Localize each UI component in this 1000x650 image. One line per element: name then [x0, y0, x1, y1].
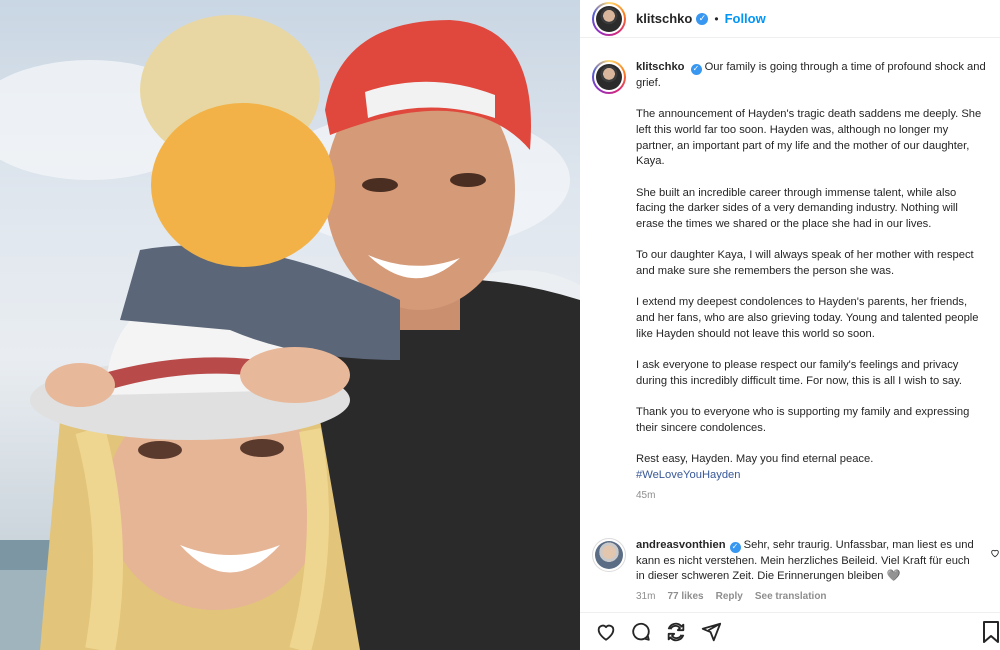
caption-paragraph: Thank you to everyone who is supporting …: [636, 406, 970, 435]
author-avatar-image: [596, 5, 622, 32]
caption-avatar-image: [596, 64, 622, 90]
verified-icon: ✓: [729, 541, 741, 553]
photo-illustration: [0, 15, 580, 650]
caption-closing-paragraph: Rest easy, Hayden. May you find eternal …: [636, 452, 986, 483]
comment-icon[interactable]: [629, 620, 653, 644]
caption-paragraph: I extend my deepest condolences to Hayde…: [636, 296, 979, 340]
caption-first-paragraph: klitschko ✓ Our family is going through a…: [636, 60, 986, 91]
verified-icon: ✓: [696, 12, 709, 25]
comment: andreasvonthien ✓ Sehr, sehr traurig. Unf…: [580, 538, 1000, 602]
caption-username[interactable]: klitschko: [636, 61, 685, 73]
action-bar: [580, 612, 1000, 650]
send-icon[interactable]: [699, 620, 723, 644]
verified-icon: ✓: [690, 63, 702, 75]
hashtag-link[interactable]: #WeLoveYouHayden: [636, 469, 741, 481]
comment-meta: 31m 77 likes Reply See translation: [636, 591, 976, 602]
share-icon[interactable]: [664, 620, 688, 644]
see-translation-button[interactable]: See translation: [755, 591, 827, 602]
post-side-panel: klitschko ✓ • Follow klitschko ✓ Our fami…: [580, 0, 1000, 650]
author-username[interactable]: klitschko: [636, 11, 692, 26]
caption-paragraph: I ask everyone to please respect our fam…: [636, 359, 963, 387]
comment-timestamp: 31m: [636, 591, 656, 603]
post-timestamp: 45m: [636, 489, 656, 501]
comment-likes[interactable]: 77 likes: [667, 591, 703, 602]
post-header: klitschko ✓ • Follow: [580, 0, 1000, 38]
post-photo[interactable]: [0, 0, 580, 650]
comment-text: andreasvonthien ✓ Sehr, sehr traurig. Unf…: [636, 538, 976, 585]
caption: klitschko ✓ Our family is going through a…: [580, 38, 1000, 504]
commenter-avatar-image: [595, 541, 623, 569]
heart-icon[interactable]: [594, 620, 618, 644]
save-icon[interactable]: [982, 621, 1000, 645]
reply-button[interactable]: Reply: [716, 591, 743, 602]
caption-avatar[interactable]: [592, 60, 626, 94]
author-avatar[interactable]: [592, 1, 626, 36]
caption-closing: Rest easy, Hayden. May you find eternal …: [636, 453, 874, 466]
caption-text: klitschko ✓ Our family is going through a…: [636, 60, 986, 504]
commenter-avatar[interactable]: [592, 538, 626, 572]
caption-paragraph: She built an incredible career through i…: [636, 186, 958, 230]
caption-paragraph: To our daughter Kaya, I will always spea…: [636, 249, 974, 278]
follow-button[interactable]: Follow: [725, 11, 766, 26]
comment-like-heart-icon[interactable]: [990, 548, 1000, 561]
separator-dot: •: [714, 11, 719, 26]
caption-lead: Our family is going through a time of pr…: [636, 61, 986, 89]
commenter-username[interactable]: andreasvonthien: [636, 539, 726, 551]
caption-paragraph: The announcement of Hayden's tragic deat…: [636, 108, 982, 168]
